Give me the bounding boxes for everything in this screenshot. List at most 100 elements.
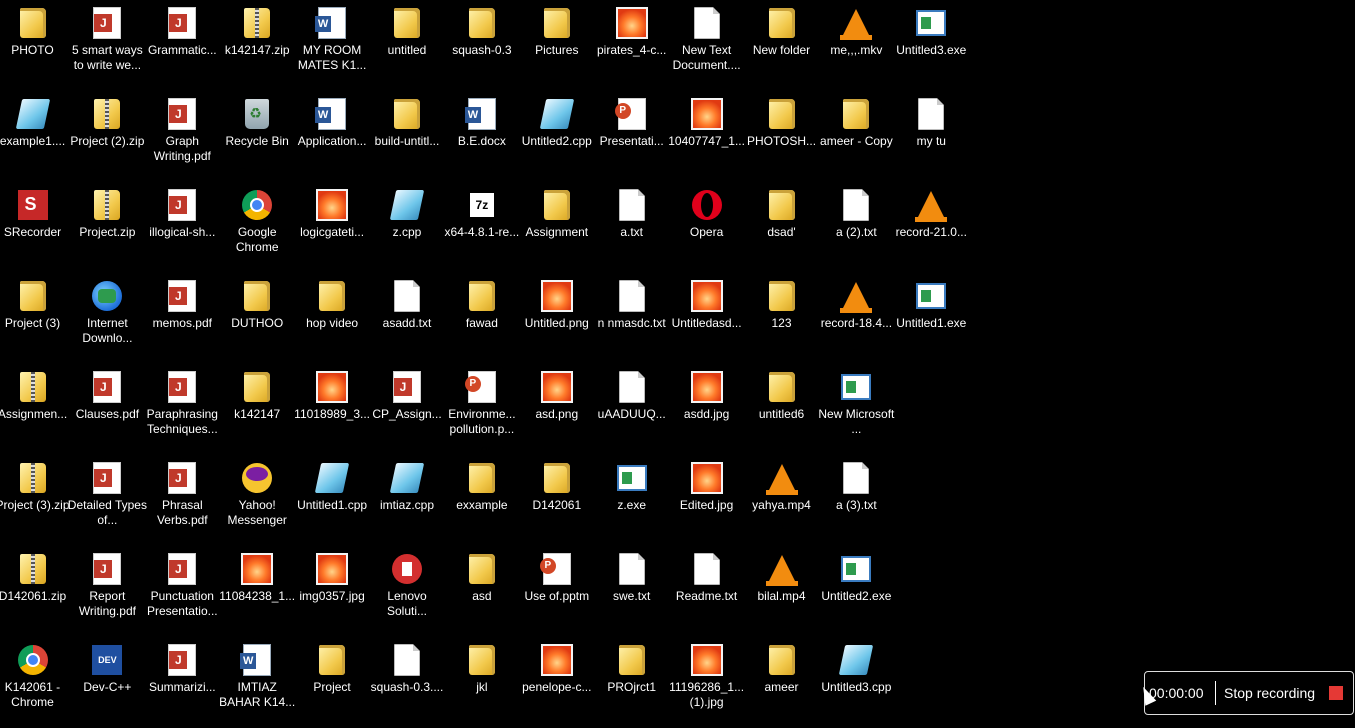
desktop-icon[interactable]: Report Writing.pdf — [70, 546, 145, 637]
desktop-icon[interactable]: D142061 — [519, 455, 594, 546]
desktop-icon[interactable]: Untitled1.cpp — [295, 455, 370, 546]
desktop-icon[interactable]: Project (2).zip — [70, 91, 145, 182]
desktop-icon[interactable]: Untitled.png — [519, 273, 594, 364]
desktop-icon[interactable]: imtiaz.cpp — [370, 455, 445, 546]
desktop-icon[interactable]: me,,,.mkv — [819, 0, 894, 91]
desktop-icon[interactable]: ameer - Copy — [819, 91, 894, 182]
desktop-icon[interactable]: SRecorder — [0, 182, 70, 273]
desktop-icon[interactable]: Use of.pptm — [519, 546, 594, 637]
stop-square-icon[interactable] — [1329, 686, 1344, 700]
desktop-icon[interactable]: Recycle Bin — [220, 91, 295, 182]
desktop-icon[interactable]: Grammatic... — [145, 0, 220, 91]
desktop-icon[interactable]: asd.png — [519, 364, 594, 455]
desktop-icon[interactable]: asdd.jpg — [669, 364, 744, 455]
desktop-icon[interactable]: Edited.jpg — [669, 455, 744, 546]
desktop-icon[interactable]: Opera — [669, 182, 744, 273]
desktop-icon[interactable]: penelope-c... — [519, 637, 594, 728]
desktop-icon[interactable]: PHOTOSH... — [744, 91, 819, 182]
desktop-icon[interactable]: bilal.mp4 — [744, 546, 819, 637]
desktop-icon[interactable]: dsad' — [744, 182, 819, 273]
desktop-icon[interactable]: hop video — [295, 273, 370, 364]
desktop-icon[interactable]: untitled6 — [744, 364, 819, 455]
desktop-icon[interactable]: Summarizi... — [145, 637, 220, 728]
desktop-icon[interactable]: 123 — [744, 273, 819, 364]
desktop-icon[interactable]: Lenovo Soluti... — [370, 546, 445, 637]
desktop-icon[interactable]: B.E.docx — [444, 91, 519, 182]
desktop-icon[interactable]: z.cpp — [370, 182, 445, 273]
desktop-icon[interactable]: Untitledasd... — [669, 273, 744, 364]
desktop-icon[interactable]: a (2).txt — [819, 182, 894, 273]
desktop-icon[interactable]: CP_Assign... — [370, 364, 445, 455]
desktop-icon[interactable]: Untitled2.exe — [819, 546, 894, 637]
desktop-icon[interactable]: 11196286_1... (1).jpg — [669, 637, 744, 728]
desktop-icon[interactable]: exxample — [444, 455, 519, 546]
desktop-icon[interactable]: K142061 - Chrome — [0, 637, 70, 728]
desktop-icon[interactable]: 7z x64-4.8.1-re... — [444, 182, 519, 273]
desktop-icon[interactable]: jkl — [444, 637, 519, 728]
desktop-icon[interactable]: D142061.zip — [0, 546, 70, 637]
desktop-icon[interactable]: MY ROOM MATES K1... — [295, 0, 370, 91]
desktop-icon[interactable]: z.exe — [594, 455, 669, 546]
desktop-icon[interactable]: Pictures — [519, 0, 594, 91]
desktop-icon[interactable]: IMTIAZ BAHAR K14... — [219, 637, 295, 728]
desktop-icon[interactable]: Paraphrasing Techniques... — [145, 364, 220, 455]
desktop-icon[interactable]: Project (3) — [0, 273, 70, 364]
desktop-icon[interactable]: New Text Document.... — [669, 0, 744, 91]
desktop-icon[interactable]: 11084238_1... — [219, 546, 295, 637]
desktop-icon[interactable]: Untitled1.exe — [894, 273, 969, 364]
desktop-icon[interactable]: a.txt — [594, 182, 669, 273]
desktop-icon[interactable]: untitled — [370, 0, 445, 91]
stop-recording-button[interactable]: Stop recording — [1224, 685, 1315, 701]
desktop-icon[interactable]: fawad — [444, 273, 519, 364]
desktop-icon[interactable]: Untitled2.cpp — [519, 91, 594, 182]
desktop-icon[interactable]: k142147 — [220, 364, 295, 455]
desktop-icon[interactable]: Project (3).zip — [0, 455, 70, 546]
desktop-icon[interactable]: squash-0.3 — [444, 0, 519, 91]
desktop-icon[interactable]: n nmasdc.txt — [594, 273, 669, 364]
desktop-icon[interactable]: squash-0.3.... — [370, 637, 445, 728]
desktop-icon[interactable]: Clauses.pdf — [70, 364, 145, 455]
desktop-icon[interactable]: Yahoo! Messenger — [220, 455, 295, 546]
desktop-icon[interactable]: my tu — [894, 91, 969, 182]
desktop-icon[interactable]: example1.... — [0, 91, 70, 182]
desktop-icon[interactable]: Detailed Types of... — [68, 455, 147, 546]
desktop-icon[interactable]: New Microsoft ... — [818, 364, 894, 455]
desktop-icon[interactable]: Assignment — [519, 182, 594, 273]
desktop-icon[interactable]: 11018989_3... — [294, 364, 370, 455]
desktop-icon[interactable]: Google Chrome — [220, 182, 295, 273]
desktop-icon[interactable]: uAADUUQ... — [594, 364, 669, 455]
desktop-icon[interactable]: swe.txt — [594, 546, 669, 637]
desktop-icon[interactable]: DEV Dev-C++ — [70, 637, 145, 728]
desktop-icon[interactable]: Punctuation Presentatio... — [145, 546, 220, 637]
desktop-icon[interactable]: img0357.jpg — [295, 546, 370, 637]
desktop-icon[interactable]: Presentati... — [594, 91, 669, 182]
desktop-icon[interactable]: record-18.4... — [819, 273, 894, 364]
desktop-icon[interactable]: Application... — [295, 91, 370, 182]
desktop-icon[interactable]: Assignmen... — [0, 364, 70, 455]
desktop-icon[interactable]: Untitled3.cpp — [819, 637, 894, 728]
desktop-icon[interactable]: 5 smart ways to write we... — [70, 0, 145, 91]
desktop-icon[interactable]: Graph Writing.pdf — [145, 91, 220, 182]
desktop-icon[interactable]: a (3).txt — [819, 455, 894, 546]
desktop-icon[interactable]: 10407747_1... — [668, 91, 745, 182]
desktop-icon[interactable]: illogical-sh... — [145, 182, 220, 273]
desktop-icon[interactable]: Untitled3.exe — [894, 0, 969, 91]
desktop-icon[interactable]: New folder — [744, 0, 819, 91]
desktop-icon[interactable]: Environme... pollution.p... — [444, 364, 519, 455]
desktop-icon[interactable]: k142147.zip — [220, 0, 295, 91]
desktop-icon[interactable]: Project — [295, 637, 370, 728]
desktop-icon[interactable]: PHOTO — [0, 0, 70, 91]
desktop-icon[interactable]: asadd.txt — [370, 273, 445, 364]
desktop-icon[interactable]: ameer — [744, 637, 819, 728]
desktop-icon[interactable]: DUTHOO — [220, 273, 295, 364]
desktop-icon[interactable]: build-untitl... — [370, 91, 445, 182]
desktop-icon[interactable]: asd — [444, 546, 519, 637]
desktop-icon[interactable]: PROjrct1 — [594, 637, 669, 728]
desktop-icon[interactable]: Readme.txt — [669, 546, 744, 637]
desktop-icon[interactable]: memos.pdf — [145, 273, 220, 364]
desktop-icon[interactable]: record-21.0... — [894, 182, 969, 273]
desktop-icon[interactable]: yahya.mp4 — [744, 455, 819, 546]
desktop-icon[interactable]: Internet Downlo... — [70, 273, 145, 364]
desktop-icon[interactable]: Phrasal Verbs.pdf — [145, 455, 220, 546]
desktop-icon[interactable]: pirates_4-c... — [594, 0, 669, 91]
